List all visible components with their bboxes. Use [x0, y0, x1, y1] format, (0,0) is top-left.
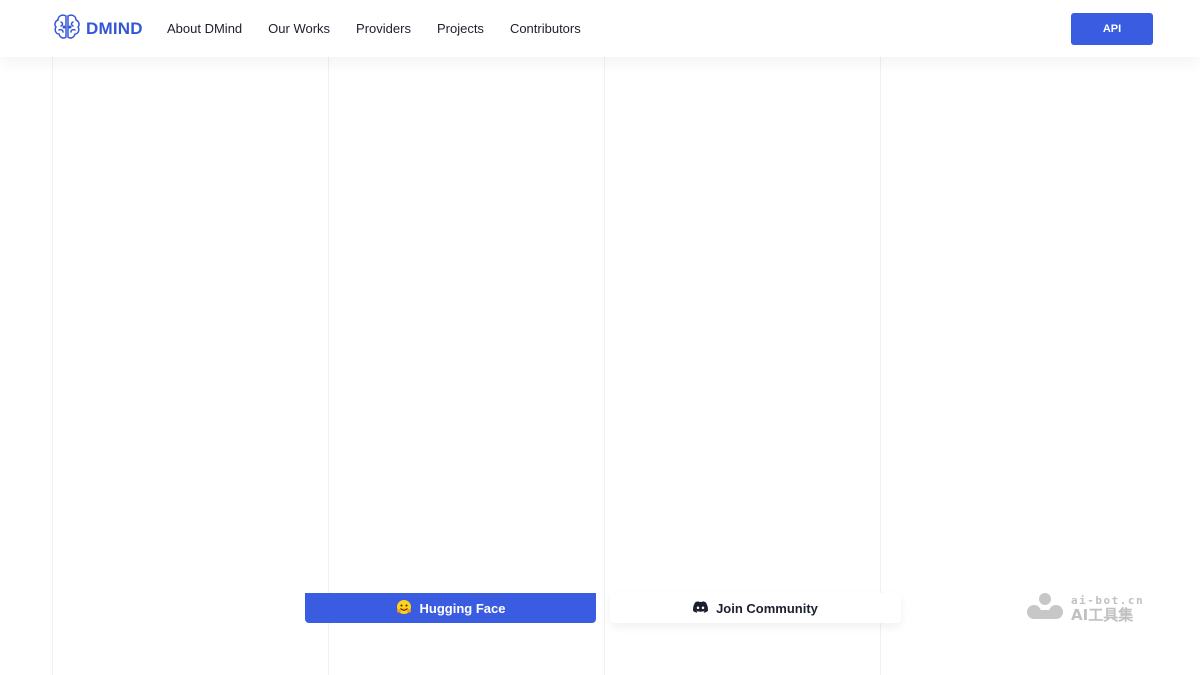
- join-community-label: Join Community: [716, 600, 818, 616]
- main-nav: About DMind Our Works Providers Projects…: [167, 20, 607, 38]
- nav-item-our-works[interactable]: Our Works: [268, 20, 330, 38]
- nav-item-about-dmind[interactable]: About DMind: [167, 20, 242, 38]
- brain-icon: [52, 13, 82, 46]
- watermark-title: AI工具集: [1071, 605, 1134, 624]
- nav-item-providers[interactable]: Providers: [356, 20, 411, 38]
- grid-line: [604, 57, 605, 675]
- watermark: ai-bot.cn AI工具集: [1025, 592, 1144, 625]
- grid-line: [52, 57, 53, 675]
- logo-text: DMIND: [86, 19, 143, 38]
- grid-line: [328, 57, 329, 675]
- hugging-face-emoji-icon: [396, 599, 412, 618]
- logo[interactable]: DMIND: [52, 13, 143, 46]
- watermark-domain: ai-bot.cn: [1071, 593, 1145, 607]
- discord-icon: [693, 600, 709, 616]
- hugging-face-label: Hugging Face: [419, 600, 506, 616]
- hugging-face-button[interactable]: Hugging Face: [305, 593, 596, 623]
- nav-item-contributors[interactable]: Contributors: [510, 20, 581, 38]
- ai-bot-logo-icon: [1025, 592, 1065, 625]
- join-community-button[interactable]: Join Community: [610, 593, 901, 623]
- nav-item-projects[interactable]: Projects: [437, 20, 484, 38]
- api-button[interactable]: API: [1071, 13, 1153, 45]
- site-header: DMIND About DMind Our Works Providers Pr…: [0, 0, 1200, 57]
- grid-line: [880, 57, 881, 675]
